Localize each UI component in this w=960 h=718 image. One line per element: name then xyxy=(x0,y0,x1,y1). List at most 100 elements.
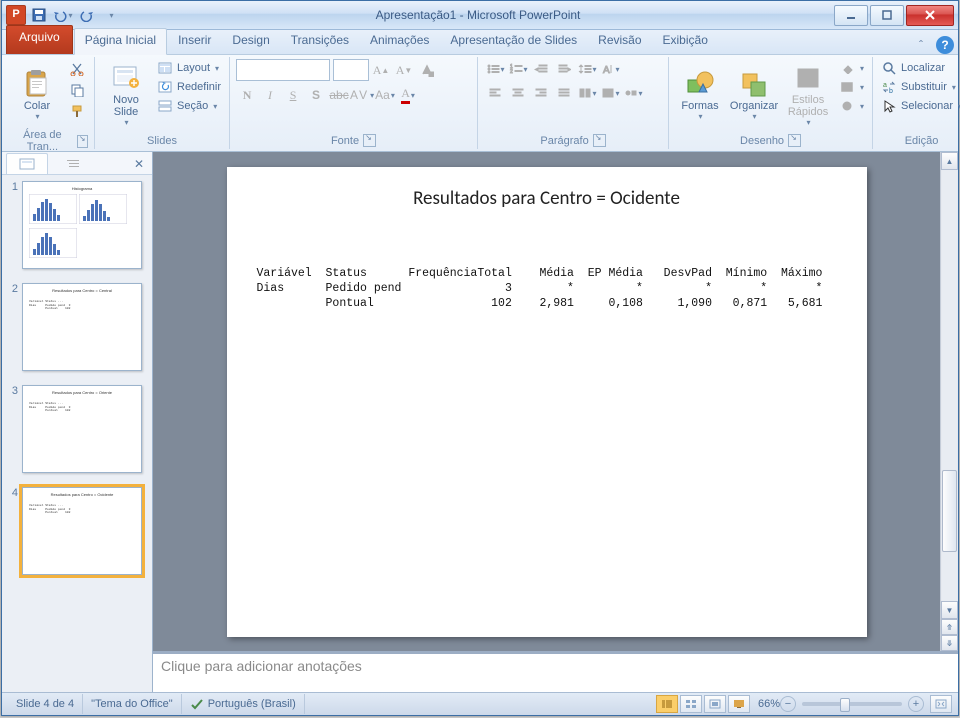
panel-tab-slides[interactable] xyxy=(6,153,48,174)
underline-icon[interactable]: S xyxy=(282,85,304,105)
change-case-icon[interactable]: Aa▾ xyxy=(374,85,396,105)
shapes-label: Formas xyxy=(681,100,718,112)
clipboard-launcher-icon[interactable] xyxy=(77,135,88,148)
next-slide-icon[interactable]: ⤋ xyxy=(941,635,958,651)
tab-insert[interactable]: Inserir xyxy=(168,29,221,54)
new-slide-button[interactable]: Novo Slide ▾ xyxy=(101,59,151,129)
notes-pane[interactable]: Clique para adicionar anotações xyxy=(153,651,958,692)
thumbnail-1[interactable]: 1 Histograma xyxy=(6,181,148,269)
find-button[interactable]: Localizar xyxy=(879,59,960,77)
tab-animations[interactable]: Animações xyxy=(360,29,439,54)
shadow-icon[interactable]: S xyxy=(305,85,327,105)
grow-font-icon[interactable]: A▲ xyxy=(370,60,392,80)
align-right-icon[interactable] xyxy=(530,83,552,103)
drawing-launcher-icon[interactable] xyxy=(788,134,801,147)
scroll-down-icon[interactable]: ▼ xyxy=(941,601,958,619)
clear-format-icon[interactable] xyxy=(416,60,438,80)
view-normal-icon[interactable] xyxy=(656,695,678,713)
strike-icon[interactable]: abc xyxy=(328,85,350,105)
svg-text:A: A xyxy=(802,71,811,86)
section-button[interactable]: Seção▾ xyxy=(155,97,223,115)
status-language[interactable]: Português (Brasil) xyxy=(182,694,305,714)
shrink-font-icon[interactable]: A▼ xyxy=(393,60,415,80)
scroll-thumb[interactable] xyxy=(942,470,957,552)
line-spacing-icon[interactable]: ▾ xyxy=(576,59,598,79)
font-launcher-icon[interactable] xyxy=(363,134,376,147)
help-icon[interactable]: ? xyxy=(936,36,954,54)
arrange-button[interactable]: Organizar▾ xyxy=(729,59,779,129)
view-sorter-icon[interactable] xyxy=(680,695,702,713)
font-name-combo[interactable] xyxy=(236,59,330,81)
align-left-icon[interactable] xyxy=(484,83,506,103)
main-area: ✕ 1 Histograma xyxy=(2,152,958,692)
app-icon[interactable]: P xyxy=(6,5,26,25)
quick-styles-button[interactable]: A Estilos Rápidos▾ xyxy=(783,59,833,129)
italic-icon[interactable]: I xyxy=(259,85,281,105)
paragraph-launcher-icon[interactable] xyxy=(593,134,606,147)
panel-close-icon[interactable]: ✕ xyxy=(130,154,148,174)
zoom-level[interactable]: 66% xyxy=(758,698,780,710)
tab-review[interactable]: Revisão xyxy=(588,29,651,54)
tab-slideshow[interactable]: Apresentação de Slides xyxy=(440,29,587,54)
outdent-icon[interactable] xyxy=(530,59,552,79)
layout-button[interactable]: Layout▾ xyxy=(155,59,223,77)
fit-window-icon[interactable] xyxy=(930,695,952,713)
minimize-ribbon-icon[interactable]: ˆ xyxy=(912,36,930,54)
text-direction-icon[interactable]: A▾ xyxy=(599,59,621,79)
columns-icon[interactable]: ▾ xyxy=(576,83,598,103)
indent-icon[interactable] xyxy=(553,59,575,79)
shapes-button[interactable]: Formas▾ xyxy=(675,59,725,129)
bullets-icon[interactable]: ▾ xyxy=(484,59,506,79)
thumbnail-3[interactable]: 3 Resultados para Centro = OrienteVariáv… xyxy=(6,385,148,473)
qat-save-icon[interactable] xyxy=(28,4,50,26)
numbering-icon[interactable]: 12▾ xyxy=(507,59,529,79)
view-slideshow-icon[interactable] xyxy=(728,695,750,713)
justify-icon[interactable] xyxy=(553,83,575,103)
font-color-icon[interactable]: A▾ xyxy=(397,85,419,105)
bold-icon[interactable]: N xyxy=(236,85,258,105)
paste-button[interactable]: Colar ▾ xyxy=(12,59,62,129)
select-button[interactable]: Selecionar▾ xyxy=(879,97,960,115)
window-maximize-button[interactable] xyxy=(870,5,904,26)
vertical-scrollbar[interactable]: ▲ ▼ ⤊ ⤋ xyxy=(940,152,958,651)
qat-undo-icon[interactable]: ▾ xyxy=(52,4,74,26)
section-icon xyxy=(157,98,173,114)
zoom-slider-thumb[interactable] xyxy=(840,698,850,712)
zoom-slider[interactable] xyxy=(802,702,902,706)
font-size-combo[interactable] xyxy=(333,59,369,81)
copy-icon[interactable] xyxy=(66,80,88,100)
tab-design[interactable]: Design xyxy=(222,29,279,54)
thumbnail-4[interactable]: 4 Resultados para Centro = OcidenteVariá… xyxy=(6,487,148,575)
view-reading-icon[interactable] xyxy=(704,695,726,713)
align-center-icon[interactable] xyxy=(507,83,529,103)
paste-label: Colar xyxy=(24,100,50,112)
slide-canvas[interactable]: Resultados para Centro = Ocidente Variáv… xyxy=(227,167,867,637)
panel-tab-outline[interactable] xyxy=(52,153,94,174)
zoom-in-icon[interactable]: + xyxy=(908,696,924,712)
tab-view[interactable]: Exibição xyxy=(653,29,718,54)
smartart-icon[interactable]: ▾ xyxy=(622,83,644,103)
layout-icon xyxy=(157,60,173,76)
tab-transitions[interactable]: Transições xyxy=(281,29,359,54)
prev-slide-icon[interactable]: ⤊ xyxy=(941,619,958,635)
shape-outline-button[interactable]: ▾ xyxy=(837,78,866,96)
qat-redo-icon[interactable] xyxy=(76,4,98,26)
svg-text:2: 2 xyxy=(510,69,513,75)
reset-button[interactable]: Redefinir xyxy=(155,78,223,96)
tab-file[interactable]: Arquivo xyxy=(6,25,73,54)
char-spacing-icon[interactable]: AV▾ xyxy=(351,85,373,105)
window-minimize-button[interactable] xyxy=(834,5,868,26)
qat-customize-icon[interactable]: ▾ xyxy=(100,4,122,26)
thumbnail-2[interactable]: 2 Resultados para Centro = CentralVariáv… xyxy=(6,283,148,371)
layout-label: Layout xyxy=(177,62,210,74)
align-text-icon[interactable]: ▾ xyxy=(599,83,621,103)
shape-effects-button[interactable]: ▾ xyxy=(837,97,866,115)
cut-icon[interactable] xyxy=(66,59,88,79)
scroll-up-icon[interactable]: ▲ xyxy=(941,152,958,170)
format-painter-icon[interactable] xyxy=(66,101,88,121)
tab-home[interactable]: Página Inicial xyxy=(74,28,167,55)
shape-fill-button[interactable]: ▾ xyxy=(837,59,866,77)
replace-button[interactable]: abSubstituir▾ xyxy=(879,78,960,96)
zoom-out-icon[interactable]: − xyxy=(780,696,796,712)
window-close-button[interactable] xyxy=(906,5,954,26)
